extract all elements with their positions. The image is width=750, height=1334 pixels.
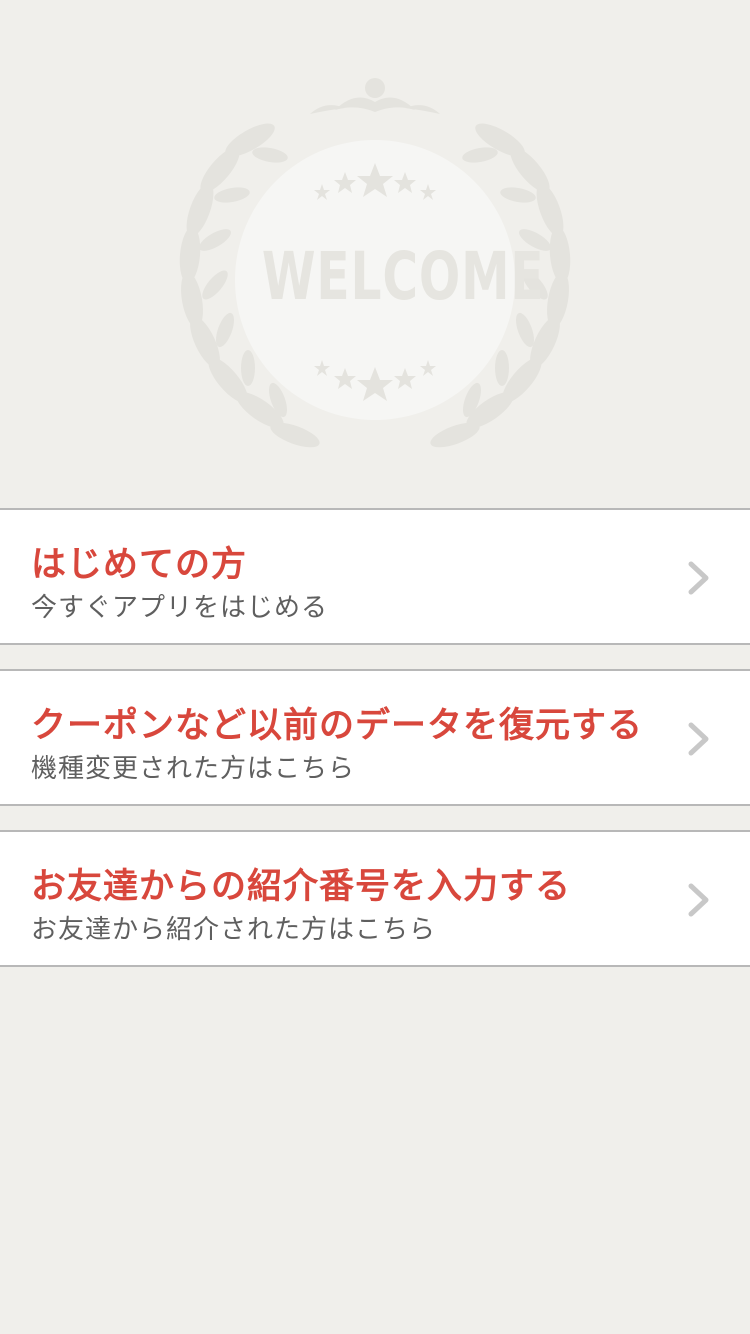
- welcome-title: WELCOME: [261, 238, 545, 315]
- menu-item-title: クーポンなど以前のデータを復元する: [31, 706, 644, 746]
- chevron-right-icon: [688, 722, 709, 756]
- menu-item-subtitle: 今すぐアプリをはじめる: [31, 593, 329, 623]
- menu-item-subtitle: 機種変更された方はこちら: [31, 754, 356, 784]
- menu-item-first-time[interactable]: はじめての方 今すぐアプリをはじめる: [0, 508, 750, 645]
- menu-item-title: お友達からの紹介番号を入力する: [31, 867, 572, 907]
- menu-item-title: はじめての方: [31, 545, 248, 585]
- menu-item-restore-data[interactable]: クーポンなど以前のデータを復元する 機種変更された方はこちら: [0, 669, 750, 806]
- chevron-right-icon: [688, 561, 709, 595]
- welcome-hero: WELCOME: [0, 0, 750, 508]
- menu-item-referral-code[interactable]: お友達からの紹介番号を入力する お友達から紹介された方はこちら: [0, 830, 750, 967]
- chevron-right-icon: [688, 883, 709, 917]
- menu-item-subtitle: お友達から紹介された方はこちら: [31, 915, 437, 945]
